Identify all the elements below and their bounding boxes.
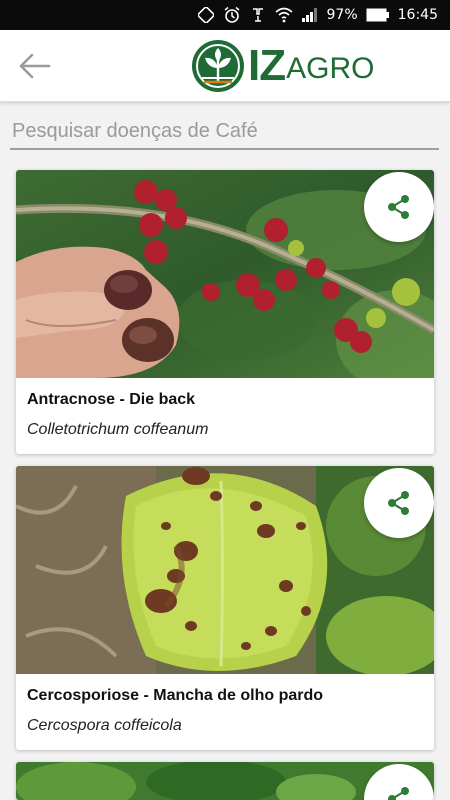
app-bar: IZ AGRO	[0, 30, 450, 102]
share-button[interactable]	[364, 468, 434, 538]
sync-icon	[197, 6, 215, 24]
clock: 16:45	[397, 7, 438, 23]
disease-card[interactable]	[16, 762, 434, 800]
arrow-left-icon	[19, 53, 51, 79]
alarm-icon	[223, 6, 241, 24]
app-logo: IZ AGRO	[190, 37, 374, 95]
share-button[interactable]	[364, 172, 434, 242]
signal-icon	[301, 6, 319, 24]
status-bar: 97% 16:45	[0, 0, 450, 30]
battery-icon	[366, 6, 390, 24]
disease-card[interactable]: Antracnose - Die back Colletotrichum cof…	[16, 170, 434, 454]
search-input[interactable]: Pesquisar doenças de Café	[10, 118, 439, 150]
logo-text-agro: AGRO	[286, 52, 375, 85]
share-icon	[388, 491, 409, 515]
back-button[interactable]	[14, 46, 54, 86]
share-icon	[388, 195, 409, 219]
disease-scientific-name: Cercospora coffeicola	[27, 717, 182, 734]
vibrate-icon	[249, 6, 267, 24]
logo-text-iz: IZ	[248, 41, 286, 90]
disease-photo	[16, 170, 434, 378]
disease-card[interactable]: Cercosporiose - Mancha de olho pardo Cer…	[16, 466, 434, 750]
disease-scientific-name: Colletotrichum coffeanum	[27, 421, 209, 438]
share-icon	[388, 787, 409, 800]
battery-percent: 97%	[326, 7, 358, 23]
disease-title: Antracnose - Die back	[27, 391, 196, 408]
disease-photo	[16, 466, 434, 674]
disease-title: Cercosporiose - Mancha de olho pardo	[27, 687, 324, 704]
disease-photo	[16, 762, 434, 800]
wifi-icon	[274, 6, 293, 24]
plant-logo-icon	[192, 40, 244, 92]
